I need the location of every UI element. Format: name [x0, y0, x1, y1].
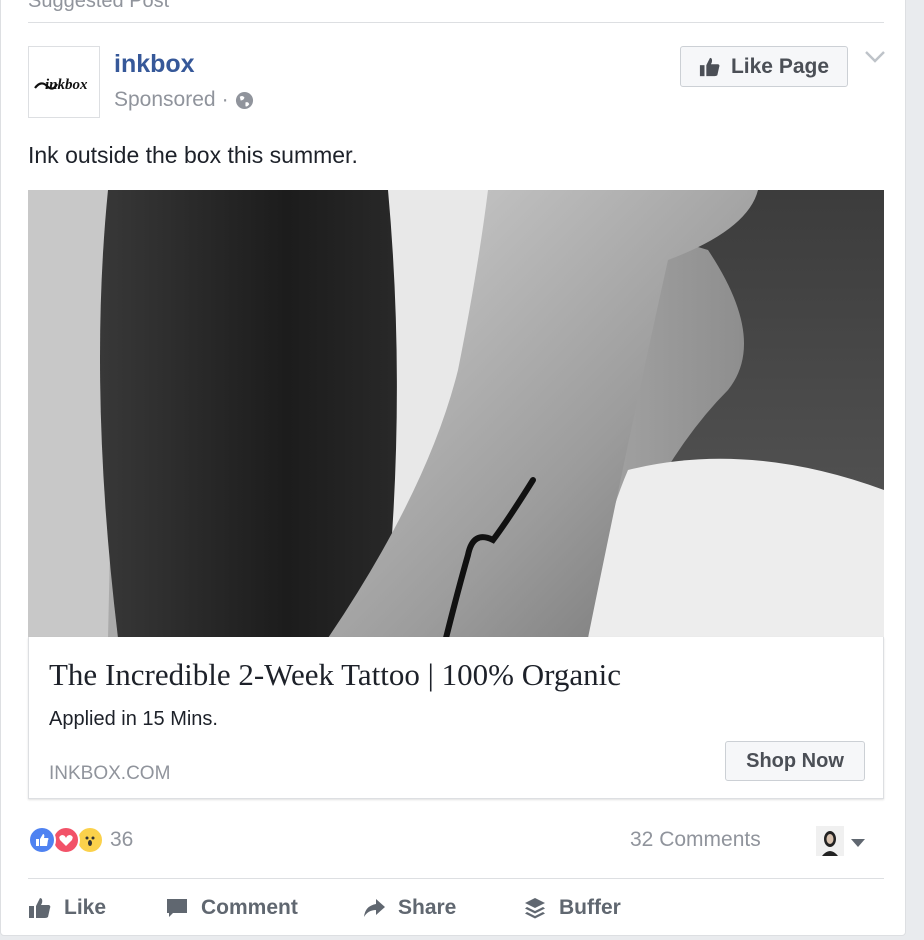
- comment-action-label: Comment: [201, 896, 298, 919]
- link-preview[interactable]: The Incredible 2-Week Tattoo | 100% Orga…: [28, 637, 884, 799]
- buffer-action-label: Buffer: [559, 896, 621, 919]
- share-arrow-icon: [364, 899, 385, 917]
- comment-icon: [167, 899, 187, 917]
- like-reaction-icon: [28, 826, 56, 854]
- share-action-label: Share: [398, 896, 457, 919]
- chevron-down-icon[interactable]: [864, 50, 886, 64]
- post-caption: Ink outside the box this summer.: [28, 142, 358, 168]
- post-meta: Sponsored ·: [114, 88, 254, 112]
- inkbox-logo: inkbox: [34, 77, 88, 93]
- thumbs-up-icon: [699, 57, 720, 76]
- like-page-label: Like Page: [730, 54, 830, 78]
- page-avatar[interactable]: inkbox: [28, 46, 100, 118]
- share-action-button[interactable]: Share: [362, 890, 456, 926]
- meta-separator: ·: [221, 88, 229, 111]
- comment-action-button[interactable]: Comment: [165, 890, 298, 926]
- avatar-image: [816, 826, 844, 856]
- ad-image[interactable]: [28, 190, 884, 638]
- header-divider: [28, 22, 884, 23]
- link-title[interactable]: The Incredible 2-Week Tattoo | 100% Orga…: [49, 657, 621, 693]
- shop-now-button[interactable]: Shop Now: [725, 741, 865, 781]
- buffer-action-button[interactable]: Buffer: [523, 890, 621, 926]
- like-action-label: Like: [64, 896, 107, 919]
- page-name-link[interactable]: inkbox: [114, 50, 195, 79]
- thumbs-up-icon: [29, 898, 51, 918]
- section-header-label: Suggested Post: [28, 0, 170, 12]
- buffer-stack-icon: [525, 898, 545, 919]
- like-action-button[interactable]: Like: [28, 890, 106, 926]
- comments-count-link[interactable]: 32 Comments: [630, 828, 761, 852]
- wow-reaction-icon: [76, 826, 104, 854]
- caret-down-icon[interactable]: [850, 838, 866, 848]
- viewer-avatar[interactable]: [816, 826, 844, 856]
- link-domain: INKBOX.COM: [49, 763, 171, 784]
- love-reaction-icon: [52, 826, 80, 854]
- like-page-button[interactable]: Like Page: [680, 46, 848, 87]
- logo-text: inkbox: [45, 77, 88, 93]
- link-description: Applied in 15 Mins.: [49, 708, 218, 730]
- sponsored-label[interactable]: Sponsored: [114, 88, 216, 112]
- reactions-summary[interactable]: 36: [28, 824, 133, 856]
- actions-divider: [28, 878, 884, 879]
- globe-icon: [235, 91, 253, 109]
- section-header: Suggested Post: [28, 0, 884, 13]
- tattoo-photo: [28, 190, 884, 638]
- reaction-count: 36: [110, 828, 134, 851]
